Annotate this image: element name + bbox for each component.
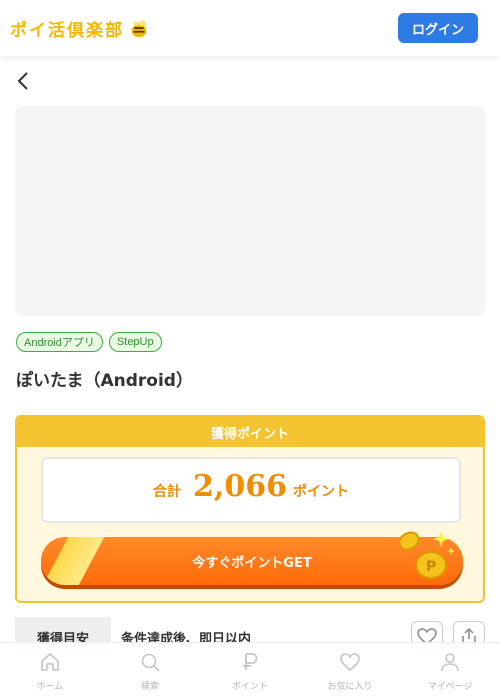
total-points-box: 合計 2,066 ポイント xyxy=(41,457,461,523)
heart-icon xyxy=(340,653,360,672)
tag-android-app[interactable]: Androidアプリ xyxy=(16,332,103,352)
nav-search[interactable]: 検索 xyxy=(100,643,200,700)
nav-favorites[interactable]: お気に入り xyxy=(300,643,400,700)
nav-points-label: ポイント xyxy=(231,682,268,692)
logo-text: ポイ活倶楽部 xyxy=(10,21,124,41)
nav-home-label: ホーム xyxy=(36,682,64,692)
svg-text:P: P xyxy=(426,559,436,575)
nav-favorites-label: お気に入り xyxy=(327,682,373,692)
bottom-navigation: ホーム 検索 ポイント お気に入り マイページ xyxy=(0,642,500,700)
points-unit: ポイント xyxy=(292,484,349,500)
nav-points[interactable]: ポイント xyxy=(200,643,300,700)
offer-title: ぽいたま（Android） xyxy=(16,371,193,391)
nav-home[interactable]: ホーム xyxy=(0,643,100,700)
offer-image xyxy=(15,106,485,316)
back-arrow-icon[interactable] xyxy=(14,70,34,92)
button-stripe xyxy=(41,537,108,585)
bee-icon xyxy=(131,20,147,37)
get-points-label: 今すぐポイントGET xyxy=(192,555,312,571)
nav-mypage[interactable]: マイページ xyxy=(400,643,500,700)
user-icon xyxy=(441,653,459,672)
points-header: 獲得ポイント xyxy=(17,417,483,447)
home-icon xyxy=(41,652,59,671)
site-logo[interactable]: ポイ活倶楽部 xyxy=(10,16,150,41)
total-label: 合計 xyxy=(153,484,182,500)
coins-icon: P xyxy=(398,531,455,579)
point-icon xyxy=(243,653,258,670)
points-card: 獲得ポイント 合計 2,066 ポイント 今すぐポイントGET P xyxy=(15,415,485,603)
total-points-value: 2,066 xyxy=(193,469,287,504)
tag-list: Androidアプリ StepUp xyxy=(16,332,162,352)
nav-mypage-label: マイページ xyxy=(427,682,473,692)
top-header: ポイ活倶楽部 ログイン xyxy=(0,0,500,56)
tag-stepup[interactable]: StepUp xyxy=(108,332,162,352)
search-icon xyxy=(141,653,160,672)
login-button[interactable]: ログイン xyxy=(398,13,478,43)
nav-search-label: 検索 xyxy=(140,682,159,692)
